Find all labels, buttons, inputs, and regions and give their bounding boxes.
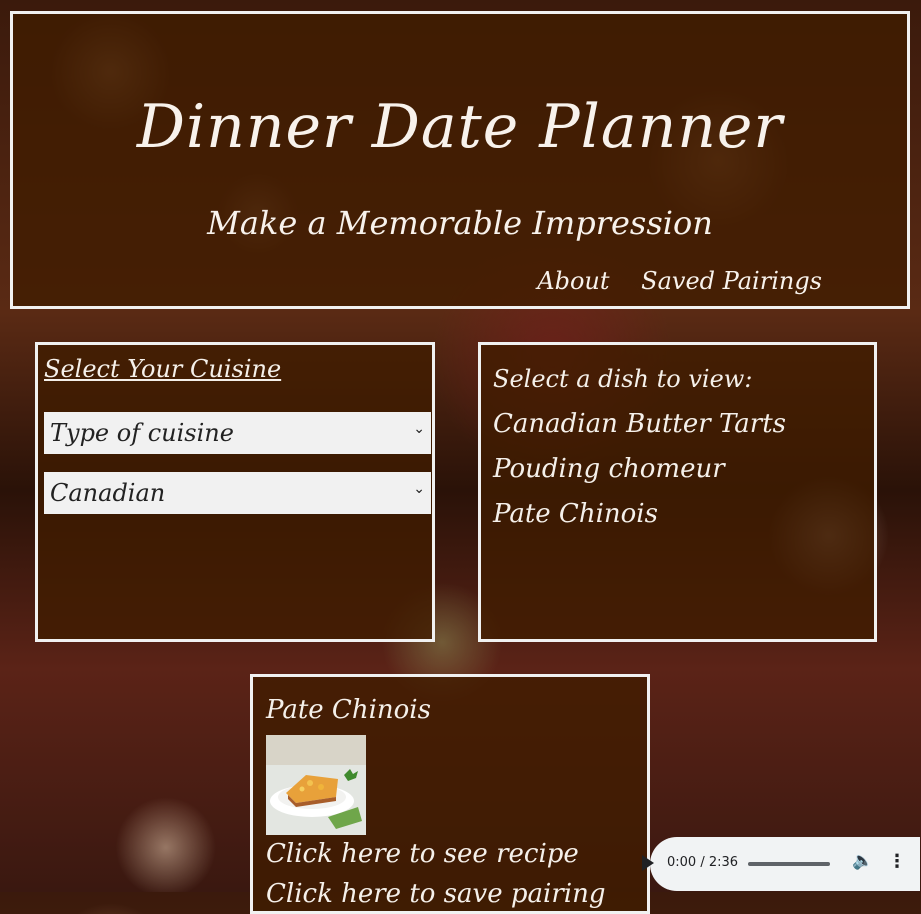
cuisine-select[interactable]: Canadian ⌄ — [44, 472, 431, 514]
audio-progress-slider[interactable] — [748, 862, 830, 866]
cuisine-heading: Select Your Cuisine — [44, 355, 282, 383]
audio-time-display: 0:00 / 2:36 — [667, 855, 739, 870]
volume-icon[interactable]: 🔈 — [852, 851, 873, 871]
recipe-title: Pate Chinois — [266, 695, 431, 725]
save-pairing-link[interactable]: Click here to save pairing — [266, 879, 605, 909]
recipe-panel: Pate Chinois Click here to see recipe Cl… — [250, 674, 650, 914]
cuisine-select-value: Canadian — [50, 479, 166, 507]
header-banner: Dinner Date Planner Make a Memorable Imp… — [10, 11, 910, 309]
top-nav: About Saved Pairings — [513, 267, 822, 295]
nav-about-link[interactable]: About — [537, 267, 609, 295]
dish-item[interactable]: Pate Chinois — [493, 497, 786, 542]
page-title: Dinner Date Planner — [136, 92, 784, 162]
dish-panel: Select a dish to view: Canadian Butter T… — [478, 342, 877, 642]
audio-player: 0:00 / 2:36 🔈 ⋮ — [642, 837, 920, 891]
see-recipe-link[interactable]: Click here to see recipe — [266, 839, 579, 869]
chevron-down-icon: ⌄ — [413, 421, 425, 437]
page-subtitle: Make a Memorable Impression — [207, 204, 713, 242]
cuisine-type-value: Type of cuisine — [50, 419, 234, 447]
dish-image — [266, 735, 366, 835]
cuisine-panel: Select Your Cuisine Type of cuisine ⌄ Ca… — [35, 342, 435, 642]
cuisine-type-select[interactable]: Type of cuisine ⌄ — [44, 412, 431, 454]
dish-item[interactable]: Pouding chomeur — [493, 452, 786, 497]
play-icon[interactable] — [642, 855, 654, 871]
more-options-icon[interactable]: ⋮ — [888, 851, 906, 872]
dish-list: Canadian Butter Tarts Pouding chomeur Pa… — [493, 407, 786, 542]
dish-item[interactable]: Canadian Butter Tarts — [493, 407, 786, 452]
dish-heading: Select a dish to view: — [493, 365, 753, 393]
chevron-down-icon: ⌄ — [413, 481, 425, 497]
nav-saved-pairings-link[interactable]: Saved Pairings — [641, 267, 822, 295]
dish-photo-graphic — [266, 735, 366, 835]
